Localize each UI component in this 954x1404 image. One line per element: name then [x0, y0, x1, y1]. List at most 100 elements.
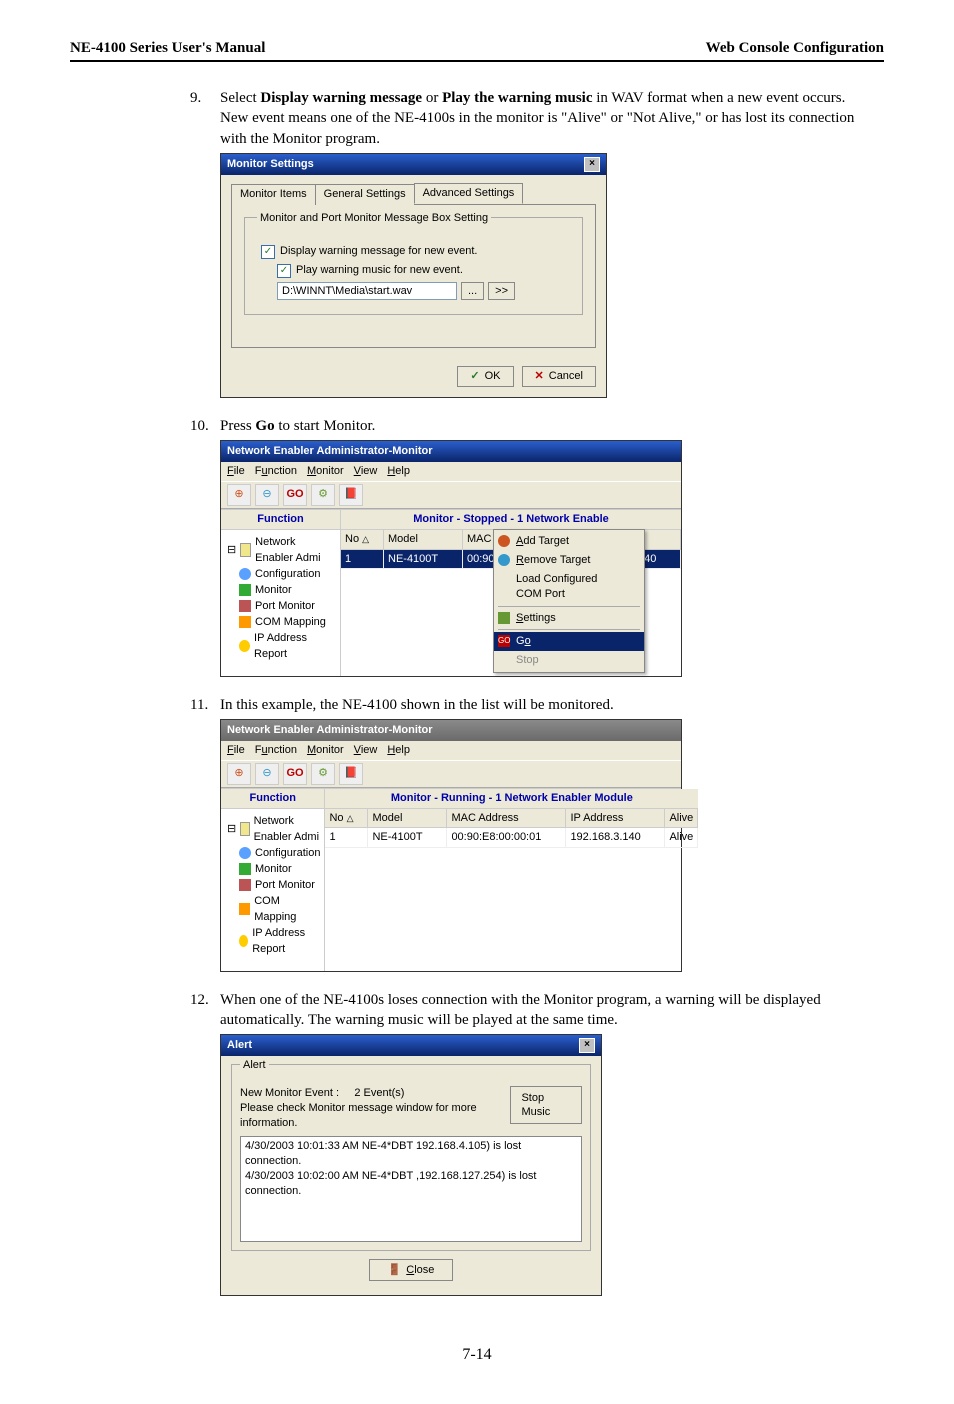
tree-port-monitor-2[interactable]: Port Monitor — [239, 877, 320, 893]
toolbar-remove-icon[interactable]: ⊖ — [255, 484, 279, 506]
step-9: 9. Select Display warning message or Pla… — [190, 88, 874, 149]
step-12-text: When one of the NE-4100s loses connectio… — [220, 990, 874, 1031]
col-no-2[interactable]: No △ — [325, 809, 368, 828]
tree-configuration[interactable]: Configuration — [239, 566, 336, 582]
monitor-settings-title: Monitor Settings — [227, 157, 314, 172]
alert-close-icon[interactable]: × — [579, 1038, 595, 1053]
browse-button[interactable]: ... — [461, 282, 484, 300]
play-music-label: Play warning music for new event. — [296, 263, 463, 278]
col-alive[interactable]: Alive — [665, 809, 698, 828]
log-line-2: 4/30/2003 10:02:00 AM NE-4*DBT ,192.168.… — [245, 1169, 577, 1199]
wav-path-input[interactable] — [277, 282, 457, 300]
ctx-separator — [498, 606, 640, 607]
tree-root[interactable]: ⊟Network Enabler Admi — [227, 534, 336, 566]
step-10-text: Press Go to start Monitor. — [220, 416, 874, 436]
toolbar-go-button[interactable]: GO — [283, 484, 307, 506]
tree-com-mapping-2[interactable]: COM Mapping — [239, 893, 320, 925]
step-11-text: In this example, the NE-4100 shown in th… — [220, 695, 874, 715]
alert-event-line: New Monitor Event : 2 Event(s) — [240, 1086, 510, 1101]
play-music-checkbox-row: ✓ Play warning music for new event. — [277, 263, 570, 278]
ok-button[interactable]: ✓ OK — [457, 366, 513, 387]
alert-close-button[interactable]: 🚪 Close — [369, 1259, 454, 1281]
monitor-icon — [239, 863, 251, 875]
col-model-2[interactable]: Model — [368, 809, 447, 828]
menu-view-2[interactable]: View — [354, 743, 378, 758]
grid-row-2[interactable]: 1 NE-4100T 00:90:E8:00:00:01 192.168.3.1… — [325, 828, 698, 848]
toolbar-add-icon-2[interactable]: ⊕ — [227, 763, 251, 785]
step-10-num: 10. — [190, 416, 220, 436]
function-header-2: Function — [221, 789, 324, 809]
menu-file[interactable]: File — [227, 464, 245, 479]
alert-info-line: Please check Monitor message window for … — [240, 1101, 510, 1131]
nea-monitor-stopped-window: Network Enabler Administrator-Monitor Fi… — [220, 440, 682, 677]
col-ip-2[interactable]: IP Address — [566, 809, 665, 828]
function-tree-2: ⊟Network Enabler Admi Configuration Moni… — [221, 809, 324, 971]
function-tree: ⊟Network Enabler Admi Configuration Moni… — [221, 530, 340, 676]
tree-ip-report-2[interactable]: IP Address Report — [239, 925, 320, 957]
ctx-go[interactable]: GOGo — [494, 632, 644, 651]
stop-music-button[interactable]: Stop Music — [510, 1086, 582, 1124]
log-line-1: 4/30/2003 10:01:33 AM NE-4*DBT 192.168.4… — [245, 1139, 577, 1169]
tab-general-settings[interactable]: General Settings — [315, 184, 415, 205]
tab-advanced-settings[interactable]: Advanced Settings — [414, 183, 524, 204]
toolbar-settings-icon-2[interactable]: ⚙ — [311, 763, 335, 785]
go-icon: GO — [498, 635, 510, 647]
menu-monitor-2[interactable]: Monitor — [307, 743, 344, 758]
col-no[interactable]: No △ — [341, 530, 384, 549]
display-warning-checkbox[interactable]: ✓ — [261, 245, 275, 259]
toolbar-go-button-2[interactable]: GO — [283, 763, 307, 785]
toolbar-add-icon[interactable]: ⊕ — [227, 484, 251, 506]
grid-header-2: No △ Model MAC Address IP Address Alive — [325, 809, 698, 829]
step-9-text: Select Display warning message or Play t… — [220, 88, 874, 149]
menu-help-2[interactable]: Help — [387, 743, 410, 758]
ctx-load-com[interactable]: Load Configured COM Port — [494, 570, 644, 604]
play-preview-button[interactable]: >> — [488, 282, 515, 300]
page-header: NE-4100 Series User's Manual Web Console… — [70, 40, 884, 62]
ctx-add-target[interactable]: Add Target — [494, 532, 644, 551]
context-menu: Add Target Remove Target Load Configured… — [493, 529, 645, 673]
col-mac-2[interactable]: MAC Address — [447, 809, 566, 828]
nea1-titlebar: Network Enabler Administrator-Monitor — [221, 441, 681, 462]
tab-monitor-items[interactable]: Monitor Items — [231, 184, 316, 205]
group-title: Monitor and Port Monitor Message Box Set… — [257, 211, 491, 226]
tree-com-mapping[interactable]: COM Mapping — [239, 614, 336, 630]
menu-function-2[interactable]: Function — [255, 743, 297, 758]
com-mapping-icon — [239, 903, 250, 915]
menu-monitor[interactable]: Monitor — [307, 464, 344, 479]
status-running: Monitor - Running - 1 Network Enabler Mo… — [325, 789, 698, 809]
tree-port-monitor[interactable]: Port Monitor — [239, 598, 336, 614]
ctx-settings[interactable]: Settings — [494, 609, 644, 628]
step-12-num: 12. — [190, 990, 220, 1031]
page-number: 7-14 — [70, 1346, 884, 1364]
menu-help[interactable]: Help — [387, 464, 410, 479]
toolbar-exit-icon[interactable]: 📕 — [339, 484, 363, 506]
nea2-menubar: File Function Monitor View Help — [221, 741, 681, 760]
ctx-remove-target[interactable]: Remove Target — [494, 551, 644, 570]
toolbar-remove-icon-2[interactable]: ⊖ — [255, 763, 279, 785]
nea1-menubar: File Function Monitor View Help — [221, 462, 681, 481]
step-11-num: 11. — [190, 695, 220, 715]
step-12: 12. When one of the NE-4100s loses conne… — [190, 990, 874, 1031]
menu-function[interactable]: Function — [255, 464, 297, 479]
tree-root-2[interactable]: ⊟Network Enabler Admi — [227, 813, 320, 845]
tree-ip-report[interactable]: IP Address Report — [239, 630, 336, 662]
play-music-checkbox[interactable]: ✓ — [277, 264, 291, 278]
alert-log[interactable]: 4/30/2003 10:01:33 AM NE-4*DBT 192.168.4… — [240, 1136, 582, 1242]
tree-configuration-2[interactable]: Configuration — [239, 845, 320, 861]
step-11: 11. In this example, the NE-4100 shown i… — [190, 695, 874, 715]
cancel-button[interactable]: ✕ Cancel — [522, 366, 596, 387]
info-icon — [239, 847, 251, 859]
step-10: 10. Press Go to start Monitor. — [190, 416, 874, 436]
toolbar-settings-icon[interactable]: ⚙ — [311, 484, 335, 506]
col-model[interactable]: Model — [384, 530, 463, 549]
tree-monitor-2[interactable]: Monitor — [239, 861, 320, 877]
tree-monitor[interactable]: Monitor — [239, 582, 336, 598]
remove-icon — [498, 554, 510, 566]
close-icon[interactable]: × — [584, 157, 600, 172]
manual-title: NE-4100 Series User's Manual — [70, 40, 265, 57]
nea1-toolbar: ⊕ ⊖ GO ⚙ 📕 — [221, 481, 681, 509]
toolbar-exit-icon-2[interactable]: 📕 — [339, 763, 363, 785]
menu-file-2[interactable]: File — [227, 743, 245, 758]
monitor-settings-tabs: Monitor Items General Settings Advanced … — [231, 183, 596, 205]
menu-view[interactable]: View — [354, 464, 378, 479]
